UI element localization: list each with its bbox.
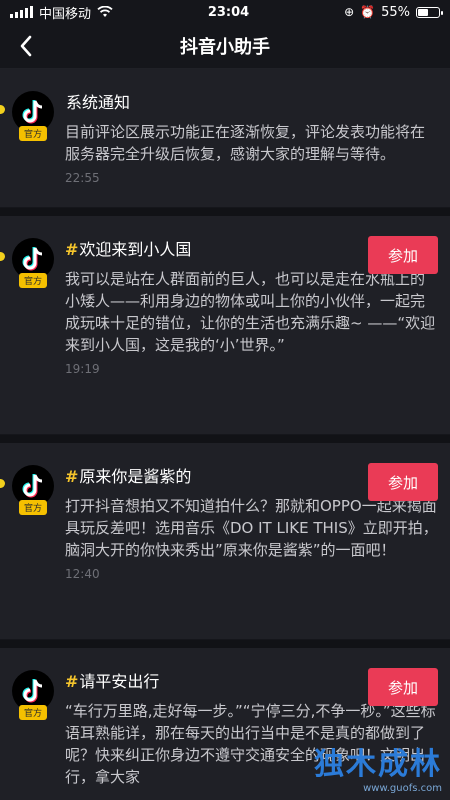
- lock-rotation-icon: ⊕: [344, 5, 355, 19]
- message-title-text: 请平安出行: [79, 672, 160, 691]
- status-bar: 中国移动 23:04 ⊕ ⏰ 55%: [0, 0, 450, 24]
- watermark-text: 独木成林: [314, 747, 442, 782]
- unread-dot: [0, 479, 5, 488]
- unread-dot: [0, 105, 5, 114]
- alarm-icon: ⏰: [360, 5, 376, 19]
- message-title-text: 系统通知: [66, 93, 131, 112]
- back-button[interactable]: [12, 32, 40, 60]
- hashtag-symbol: #: [65, 240, 79, 259]
- message-card[interactable]: 官方 参加 #原来你是酱紫的 打开抖音想拍又不知道拍什么？那就和OPPO一起来揭…: [0, 443, 450, 640]
- message-time: 19:19: [65, 362, 100, 376]
- battery-icon: [415, 6, 443, 18]
- official-badge: 官方: [18, 705, 48, 720]
- hashtag-symbol: #: [65, 672, 79, 691]
- status-left: 中国移动: [10, 3, 113, 22]
- watermark: 独木成林 www.guofs.com: [314, 739, 442, 794]
- message-title: 系统通知: [65, 89, 436, 113]
- avatar[interactable]: 官方: [12, 465, 54, 515]
- message-card[interactable]: 官方 系统通知 目前评论区展示功能正在逐渐恢复，评论发表功能将在服务器完全升级后…: [0, 69, 450, 208]
- message-content: 系统通知 目前评论区展示功能正在逐渐恢复，评论发表功能将在服务器完全升级后恢复，…: [65, 69, 450, 197]
- message-time: 12:40: [65, 567, 100, 581]
- avatar[interactable]: 官方: [12, 238, 54, 288]
- message-body: 目前评论区展示功能正在逐渐恢复，评论发表功能将在服务器完全升级后恢复，感谢大家的…: [65, 123, 426, 163]
- watermark-url: www.guofs.com: [363, 783, 442, 794]
- official-badge: 官方: [18, 126, 48, 141]
- status-right: ⊕ ⏰ 55%: [344, 4, 443, 20]
- message-title-text: 欢迎来到小人国: [79, 240, 192, 259]
- tiktok-logo-icon: [22, 474, 43, 498]
- avatar[interactable]: 官方: [12, 91, 54, 141]
- tiktok-logo-icon: [22, 247, 43, 271]
- join-button[interactable]: 参加: [368, 668, 438, 706]
- message-title: #请平安出行: [65, 668, 354, 692]
- hashtag-symbol: #: [65, 467, 79, 486]
- official-badge: 官方: [18, 500, 48, 515]
- page-title: 抖音小助手: [180, 37, 270, 58]
- join-button[interactable]: 参加: [368, 463, 438, 501]
- chevron-left-icon: [20, 35, 32, 57]
- unread-dot: [0, 252, 5, 261]
- wifi-icon: [97, 6, 113, 17]
- tiktok-logo-icon: [22, 100, 43, 124]
- official-badge: 官方: [18, 273, 48, 288]
- message-time: 22:55: [65, 171, 100, 185]
- message-body: 打开抖音想拍又不知道拍什么？那就和OPPO一起来揭面具玩反差吧！选用音乐《DO …: [65, 497, 438, 559]
- battery-percent: 55%: [381, 4, 410, 20]
- status-time: 23:04: [207, 4, 250, 20]
- message-title-text: 原来你是酱紫的: [79, 467, 192, 486]
- message-body: 我可以是站在人群面前的巨人，也可以是走在水瓶上的小矮人——利用身边的物体或叫上你…: [65, 270, 436, 354]
- tiktok-logo-icon: [22, 679, 43, 703]
- message-feed[interactable]: 官方 系统通知 目前评论区展示功能正在逐渐恢复，评论发表功能将在服务器完全升级后…: [0, 69, 450, 800]
- message-card[interactable]: 官方 参加 #欢迎来到小人国 我可以是站在人群面前的巨人，也可以是走在水瓶上的小…: [0, 216, 450, 435]
- avatar[interactable]: 官方: [12, 670, 54, 720]
- carrier-label: 中国移动: [39, 6, 92, 22]
- signal-icon: [10, 6, 33, 18]
- message-title: #原来你是酱紫的: [65, 463, 354, 487]
- join-button[interactable]: 参加: [368, 236, 438, 274]
- message-title: #欢迎来到小人国: [65, 236, 354, 260]
- nav-bar: 抖音小助手: [0, 24, 450, 69]
